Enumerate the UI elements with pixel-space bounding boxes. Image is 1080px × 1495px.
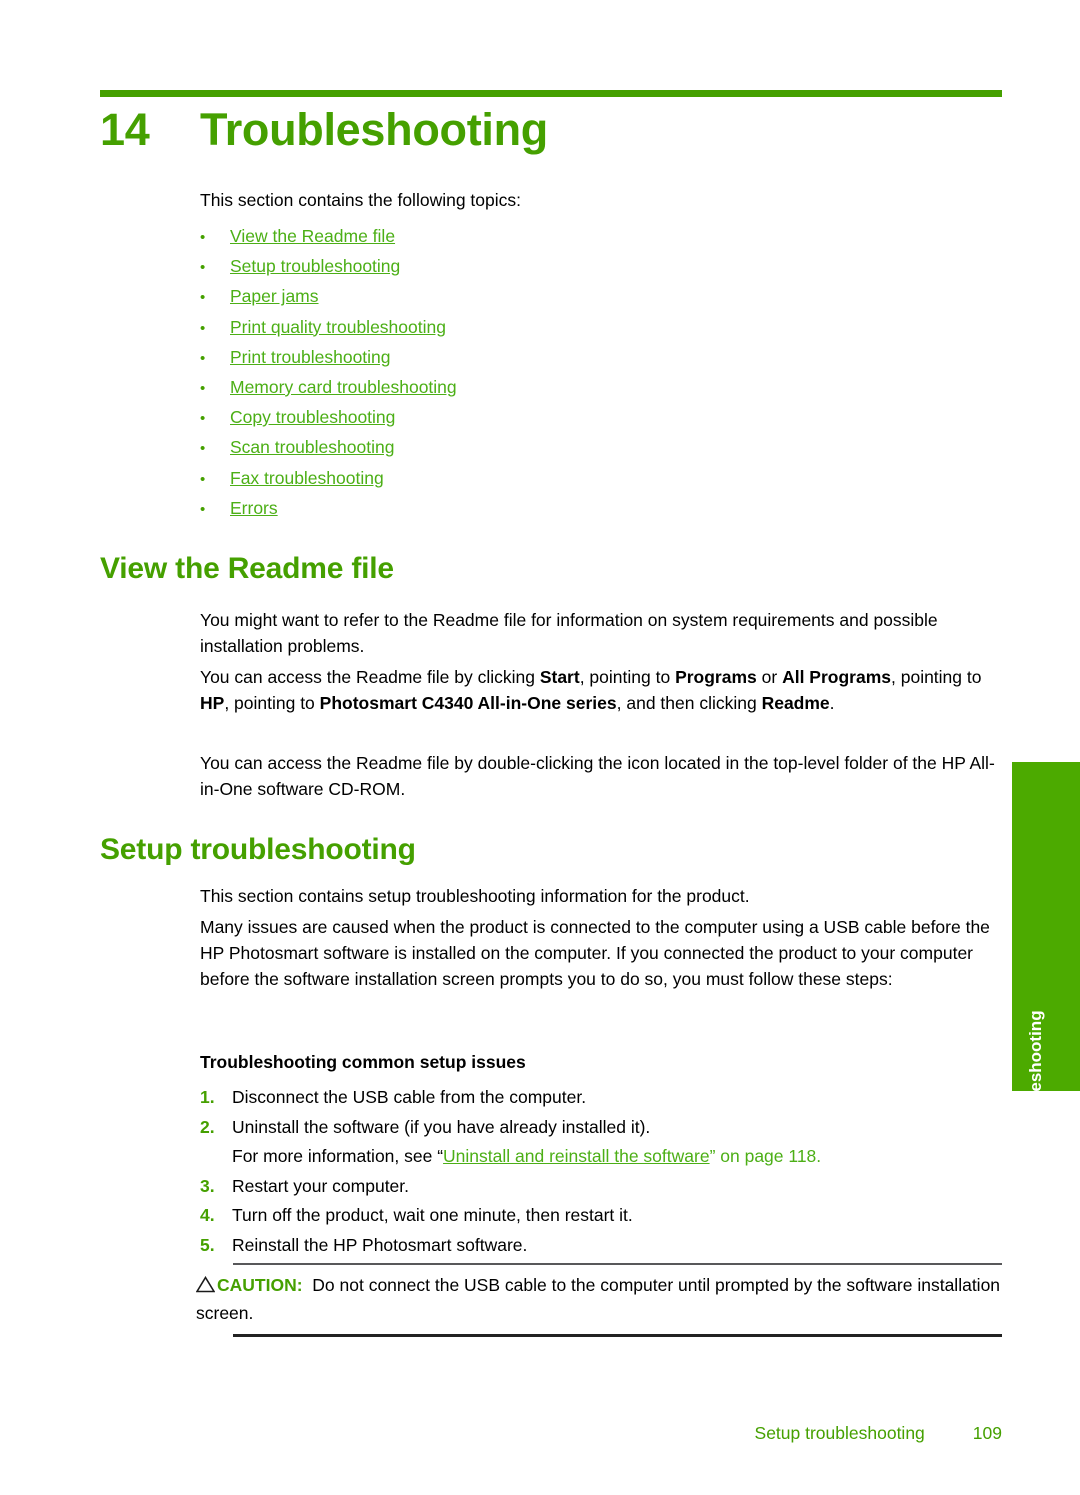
- caution-rule-bottom: [233, 1334, 1002, 1337]
- list-item[interactable]: • Memory card troubleshooting: [200, 377, 960, 407]
- xref-prefix: For more information, see “: [232, 1146, 444, 1167]
- intro-text: This section contains the following topi…: [200, 190, 521, 210]
- list-item[interactable]: • Print troubleshooting: [200, 347, 960, 377]
- toc-link-print-troubleshooting[interactable]: Print troubleshooting: [230, 347, 391, 368]
- toc-link-fax-troubleshooting[interactable]: Fax troubleshooting: [230, 468, 384, 489]
- bullet-icon: •: [200, 379, 206, 397]
- step-number: 3.: [200, 1175, 215, 1196]
- bullet-icon: •: [200, 229, 206, 246]
- step-number: 2.: [200, 1116, 215, 1137]
- step-text: Disconnect the USB cable from the comput…: [232, 1087, 587, 1107]
- readme-p2-text-5: , pointing to: [224, 692, 320, 713]
- bullet-icon: •: [200, 440, 206, 458]
- readme-p2-text-1: You can access the Readme file by clicki…: [200, 667, 540, 687]
- readme-p2-text-4: , pointing to: [891, 667, 982, 687]
- toc-link-paper-jams[interactable]: Paper jams: [230, 286, 319, 307]
- list-item[interactable]: • Paper jams: [200, 286, 960, 316]
- toc-link-errors[interactable]: Errors: [230, 498, 278, 519]
- xref-link-uninstall-reinstall-software[interactable]: Uninstall and reinstall the software: [443, 1146, 710, 1166]
- caution-rule-top: [233, 1263, 1002, 1265]
- bullet-icon: •: [200, 470, 206, 488]
- step-text: Restart your computer.: [232, 1175, 410, 1196]
- step-text: Reinstall the HP Photosmart software.: [232, 1234, 528, 1255]
- footer-page-number: 109: [972, 1423, 1002, 1443]
- list-item[interactable]: • Scan troubleshooting: [200, 437, 960, 467]
- section-heading-setup-troubleshooting: Setup troubleshooting: [100, 833, 416, 866]
- document-page: 14 Troubleshooting This section contains…: [0, 0, 1080, 1495]
- warning-triangle-icon: [195, 1274, 217, 1300]
- caution-note: CAUTION: Do not connect the USB cable to…: [195, 1272, 1002, 1326]
- list-item[interactable]: • Print quality troubleshooting: [200, 317, 960, 347]
- step-text-group: Uninstall the software (if you have alre…: [232, 1113, 990, 1172]
- list-item[interactable]: • Copy troubleshooting: [200, 407, 960, 437]
- readme-p2-bold-readme: Readme: [761, 692, 830, 713]
- bullet-icon: •: [200, 349, 206, 367]
- toc-link-print-quality-troubleshooting[interactable]: Print quality troubleshooting: [230, 317, 446, 338]
- chapter-top-rule: [100, 90, 1002, 97]
- page-footer: Setup troubleshooting 109: [0, 1423, 1002, 1444]
- list-item[interactable]: • View the Readme file: [200, 226, 960, 256]
- step-text: Uninstall the software (if you have alre…: [232, 1116, 651, 1137]
- setup-steps-list: 1. Disconnect the USB cable from the com…: [200, 1083, 990, 1261]
- readme-p2-text-7: .: [829, 692, 835, 713]
- readme-paragraph-2: You can access the Readme file by clicki…: [200, 665, 1002, 717]
- caution-text: Do not connect the USB cable to the comp…: [196, 1275, 1001, 1323]
- step-item-5: 5. Reinstall the HP Photosmart software.: [200, 1231, 990, 1261]
- readme-p2-text-6: , and then clicking: [616, 692, 762, 713]
- chapter-heading: 14 Troubleshooting: [100, 104, 548, 156]
- topics-list: • View the Readme file • Setup troublesh…: [200, 226, 960, 528]
- bullet-icon: •: [200, 259, 206, 277]
- readme-p2-bold-product-series: Photosmart C4340 All-in-One series: [319, 692, 617, 713]
- step-number: 5.: [200, 1234, 215, 1255]
- step-cross-reference: For more information, see “Uninstall and…: [232, 1142, 990, 1172]
- step-item-2: 2. Uninstall the software (if you have a…: [200, 1113, 990, 1172]
- bullet-icon: •: [200, 410, 206, 428]
- subheading-common-setup-issues: Troubleshooting common setup issues: [200, 1052, 526, 1072]
- toc-link-view-readme[interactable]: View the Readme file: [230, 226, 395, 247]
- readme-p2-bold-all-programs: All Programs: [782, 667, 891, 687]
- step-item-1: 1. Disconnect the USB cable from the com…: [200, 1083, 990, 1113]
- list-item[interactable]: • Fax troubleshooting: [200, 468, 960, 498]
- bullet-icon: •: [200, 289, 206, 307]
- xref-suffix: ” on page 118.: [709, 1146, 822, 1167]
- setup-paragraph-1: This section contains setup troubleshoot…: [200, 886, 750, 906]
- step-number: 1.: [200, 1087, 215, 1107]
- readme-paragraph-3: You can access the Readme file by double…: [200, 753, 995, 799]
- step-number: 4.: [200, 1205, 215, 1226]
- footer-section-name: Setup troubleshooting: [754, 1423, 925, 1443]
- list-item[interactable]: • Errors: [200, 498, 960, 528]
- toc-link-setup-troubleshooting[interactable]: Setup troubleshooting: [230, 256, 400, 277]
- readme-p2-bold-start: Start: [539, 667, 580, 687]
- toc-link-memory-card-troubleshooting[interactable]: Memory card troubleshooting: [230, 377, 457, 398]
- bullet-icon: •: [200, 319, 206, 337]
- step-text: Turn off the product, wait one minute, t…: [232, 1205, 633, 1226]
- chapter-title: Troubleshooting: [200, 104, 548, 155]
- readme-p2-bold-programs: Programs: [675, 667, 757, 687]
- step-item-4: 4. Turn off the product, wait one minute…: [200, 1201, 990, 1231]
- caution-label: CAUTION:: [217, 1275, 303, 1295]
- toc-link-copy-troubleshooting[interactable]: Copy troubleshooting: [230, 407, 395, 428]
- readme-p2-text-2: , pointing to: [579, 667, 676, 687]
- readme-p2-text-3: or: [756, 667, 783, 687]
- side-thumb-tab: Troubleshooting: [1012, 762, 1080, 1144]
- toc-link-scan-troubleshooting[interactable]: Scan troubleshooting: [230, 437, 394, 458]
- step-item-3: 3. Restart your computer.: [200, 1172, 990, 1202]
- side-tab-label: Troubleshooting: [1026, 1010, 1045, 1144]
- chapter-number: 14: [100, 104, 150, 155]
- setup-paragraph-2: Many issues are caused when the product …: [200, 917, 990, 989]
- bullet-icon: •: [200, 500, 206, 518]
- readme-p2-bold-hp: HP: [200, 692, 225, 713]
- section-heading-view-readme-file: View the Readme file: [100, 552, 394, 585]
- readme-paragraph-1: You might want to refer to the Readme fi…: [200, 610, 938, 656]
- list-item[interactable]: • Setup troubleshooting: [200, 256, 960, 286]
